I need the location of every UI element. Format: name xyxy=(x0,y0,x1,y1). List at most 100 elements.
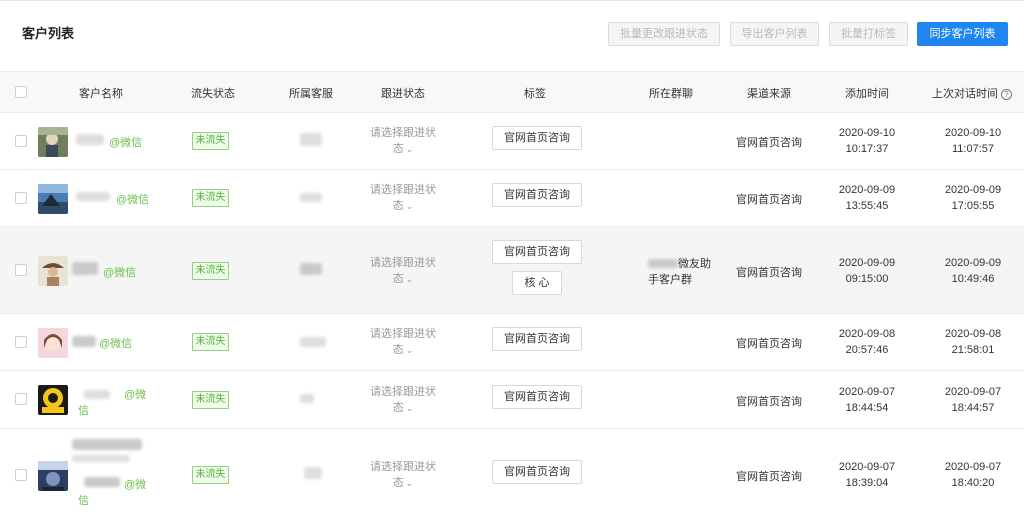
col-channel: 渠道来源 xyxy=(747,88,791,100)
avatar xyxy=(38,256,68,286)
follow-status-select[interactable]: 请选择跟进状 态 ⌄ xyxy=(363,384,443,416)
redacted-name-line3 xyxy=(84,477,120,487)
group-chat-text-2: 手客户群 xyxy=(648,274,692,286)
redacted-agent xyxy=(300,263,322,275)
table-row: @微信 未流失 请选择跟进状 态 ⌄ 官网首页咨询 核 心 微友助 手客户群 官网… xyxy=(0,227,1024,314)
wechat-suffix-2: 信 xyxy=(78,405,89,417)
row-checkbox[interactable] xyxy=(15,469,27,481)
table-header: 客户名称 流失状态 所属客服 跟进状态 标签 所在群聊 渠道来源 添加时间 上次… xyxy=(0,71,1024,113)
group-chat-text: 微友助 xyxy=(678,258,711,270)
follow-status-select[interactable]: 请选择跟进状 态 ⌄ xyxy=(363,125,443,157)
col-last-chat-time: 上次对话时间? xyxy=(932,85,1012,101)
added-time: 2020-09-09 13:55:45 xyxy=(827,182,907,214)
avatar-image xyxy=(38,256,68,286)
wechat-suffix: @微信 xyxy=(116,194,150,206)
redacted-name xyxy=(72,336,96,347)
channel-text: 官网首页咨询 xyxy=(736,338,802,350)
table-row: @微信 未流失 请选择跟进状 态 ⌄ 官网首页咨询 官网首页咨询 2020-09-… xyxy=(0,113,1024,170)
tag-button[interactable]: 官网首页咨询 xyxy=(492,460,582,484)
chevron-down-icon: ⌄ xyxy=(405,345,414,355)
added-date: 2020-09-10 xyxy=(838,127,896,139)
col-added-time: 添加时间 xyxy=(845,88,889,100)
redacted-agent xyxy=(304,467,322,479)
help-icon[interactable]: ? xyxy=(1001,89,1012,100)
col-group-chat: 所在群聊 xyxy=(649,88,693,100)
row-checkbox[interactable] xyxy=(15,135,27,147)
avatar-image xyxy=(38,461,68,491)
col-follow-status: 跟进状态 xyxy=(381,88,425,100)
follow-status-text: 请选择跟进状 xyxy=(370,386,436,398)
added-date: 2020-09-08 xyxy=(838,328,896,340)
last-date: 2020-09-09 xyxy=(944,257,1002,269)
follow-status-select[interactable]: 请选择跟进状 态 ⌄ xyxy=(363,326,443,358)
added-time: 2020-09-07 18:39:04 xyxy=(827,459,907,491)
batch-change-status-button[interactable]: 批量更改跟进状态 xyxy=(608,22,720,46)
last-clock: 11:07:57 xyxy=(951,143,994,155)
lost-status-badge: 未流失 xyxy=(192,333,229,351)
wechat-suffix: @微信 xyxy=(109,137,143,149)
follow-status-select[interactable]: 请选择跟进状 态 ⌄ xyxy=(363,459,443,491)
tag-button[interactable]: 官网首页咨询 xyxy=(492,126,582,150)
added-date: 2020-09-07 xyxy=(838,386,896,398)
last-chat-time: 2020-09-07 18:40:20 xyxy=(933,459,1013,491)
col-lost-status: 流失状态 xyxy=(191,88,235,100)
follow-status-text: 请选择跟进状 xyxy=(370,328,436,340)
row-checkbox[interactable] xyxy=(15,336,27,348)
added-date: 2020-09-09 xyxy=(838,184,896,196)
redacted-group xyxy=(648,259,678,268)
added-date: 2020-09-09 xyxy=(838,257,896,269)
channel-text: 官网首页咨询 xyxy=(736,396,802,408)
tag-button[interactable]: 官网首页咨询 xyxy=(492,327,582,351)
added-clock: 13:55:45 xyxy=(845,200,889,212)
last-chat-time: 2020-09-09 10:49:46 xyxy=(933,255,1013,287)
chevron-down-icon: ⌄ xyxy=(405,274,414,284)
channel-text: 官网首页咨询 xyxy=(736,137,802,149)
follow-status-text-2: 态 xyxy=(392,200,404,212)
batch-tag-button[interactable]: 批量打标签 xyxy=(829,22,908,46)
select-all-checkbox[interactable] xyxy=(15,86,27,98)
export-list-button[interactable]: 导出客户列表 xyxy=(730,22,819,46)
follow-status-text: 请选择跟进状 xyxy=(370,461,436,473)
chevron-down-icon: ⌄ xyxy=(405,478,414,488)
last-chat-time: 2020-09-10 11:07:57 xyxy=(933,125,1013,157)
redacted-agent xyxy=(300,193,322,202)
follow-status-select[interactable]: 请选择跟进状 态 ⌄ xyxy=(363,182,443,214)
wechat-suffix-2: 信 xyxy=(78,495,89,507)
lost-status-badge: 未流失 xyxy=(192,391,229,409)
added-clock: 18:44:54 xyxy=(845,402,889,414)
redacted-name xyxy=(84,390,110,399)
tag-button[interactable]: 官网首页咨询 xyxy=(492,240,582,264)
col-name: 客户名称 xyxy=(79,88,123,100)
avatar xyxy=(38,184,68,214)
added-time: 2020-09-10 10:17:37 xyxy=(827,125,907,157)
redacted-name-line2 xyxy=(72,455,130,462)
wechat-suffix: @微信 xyxy=(99,338,133,350)
row-checkbox[interactable] xyxy=(15,264,27,276)
lost-status-badge: 未流失 xyxy=(192,262,229,280)
col-tags: 标签 xyxy=(524,88,546,100)
follow-status-select[interactable]: 请选择跟进状 态 ⌄ xyxy=(363,255,443,287)
row-checkbox[interactable] xyxy=(15,393,27,405)
last-date: 2020-09-07 xyxy=(944,386,1002,398)
wechat-suffix: @微 xyxy=(124,479,147,491)
tag-button[interactable]: 官网首页咨询 xyxy=(492,183,582,207)
tag-button[interactable]: 官网首页咨询 xyxy=(492,385,582,409)
avatar-image xyxy=(38,127,68,157)
chevron-down-icon: ⌄ xyxy=(405,144,414,154)
added-clock: 20:57:46 xyxy=(845,344,889,356)
added-time: 2020-09-09 09:15:00 xyxy=(827,255,907,287)
added-date: 2020-09-07 xyxy=(838,461,896,473)
redacted-name xyxy=(72,262,98,275)
sync-list-button[interactable]: 同步客户列表 xyxy=(917,22,1008,46)
added-clock: 09:15:00 xyxy=(845,273,889,285)
last-date: 2020-09-10 xyxy=(944,127,1002,139)
avatar xyxy=(38,385,68,415)
redacted-agent xyxy=(300,133,322,146)
redacted-name-line1 xyxy=(72,439,142,450)
chevron-down-icon: ⌄ xyxy=(405,201,414,211)
tag-button-core[interactable]: 核 心 xyxy=(512,271,562,295)
col-last-chat-label: 上次对话时间 xyxy=(932,88,998,100)
row-checkbox[interactable] xyxy=(15,192,27,204)
follow-status-text-2: 态 xyxy=(392,477,404,489)
table-row: @微 信 未流失 请选择跟进状 态 ⌄ 官网首页咨询 官网首页咨询 2020-09… xyxy=(0,371,1024,429)
